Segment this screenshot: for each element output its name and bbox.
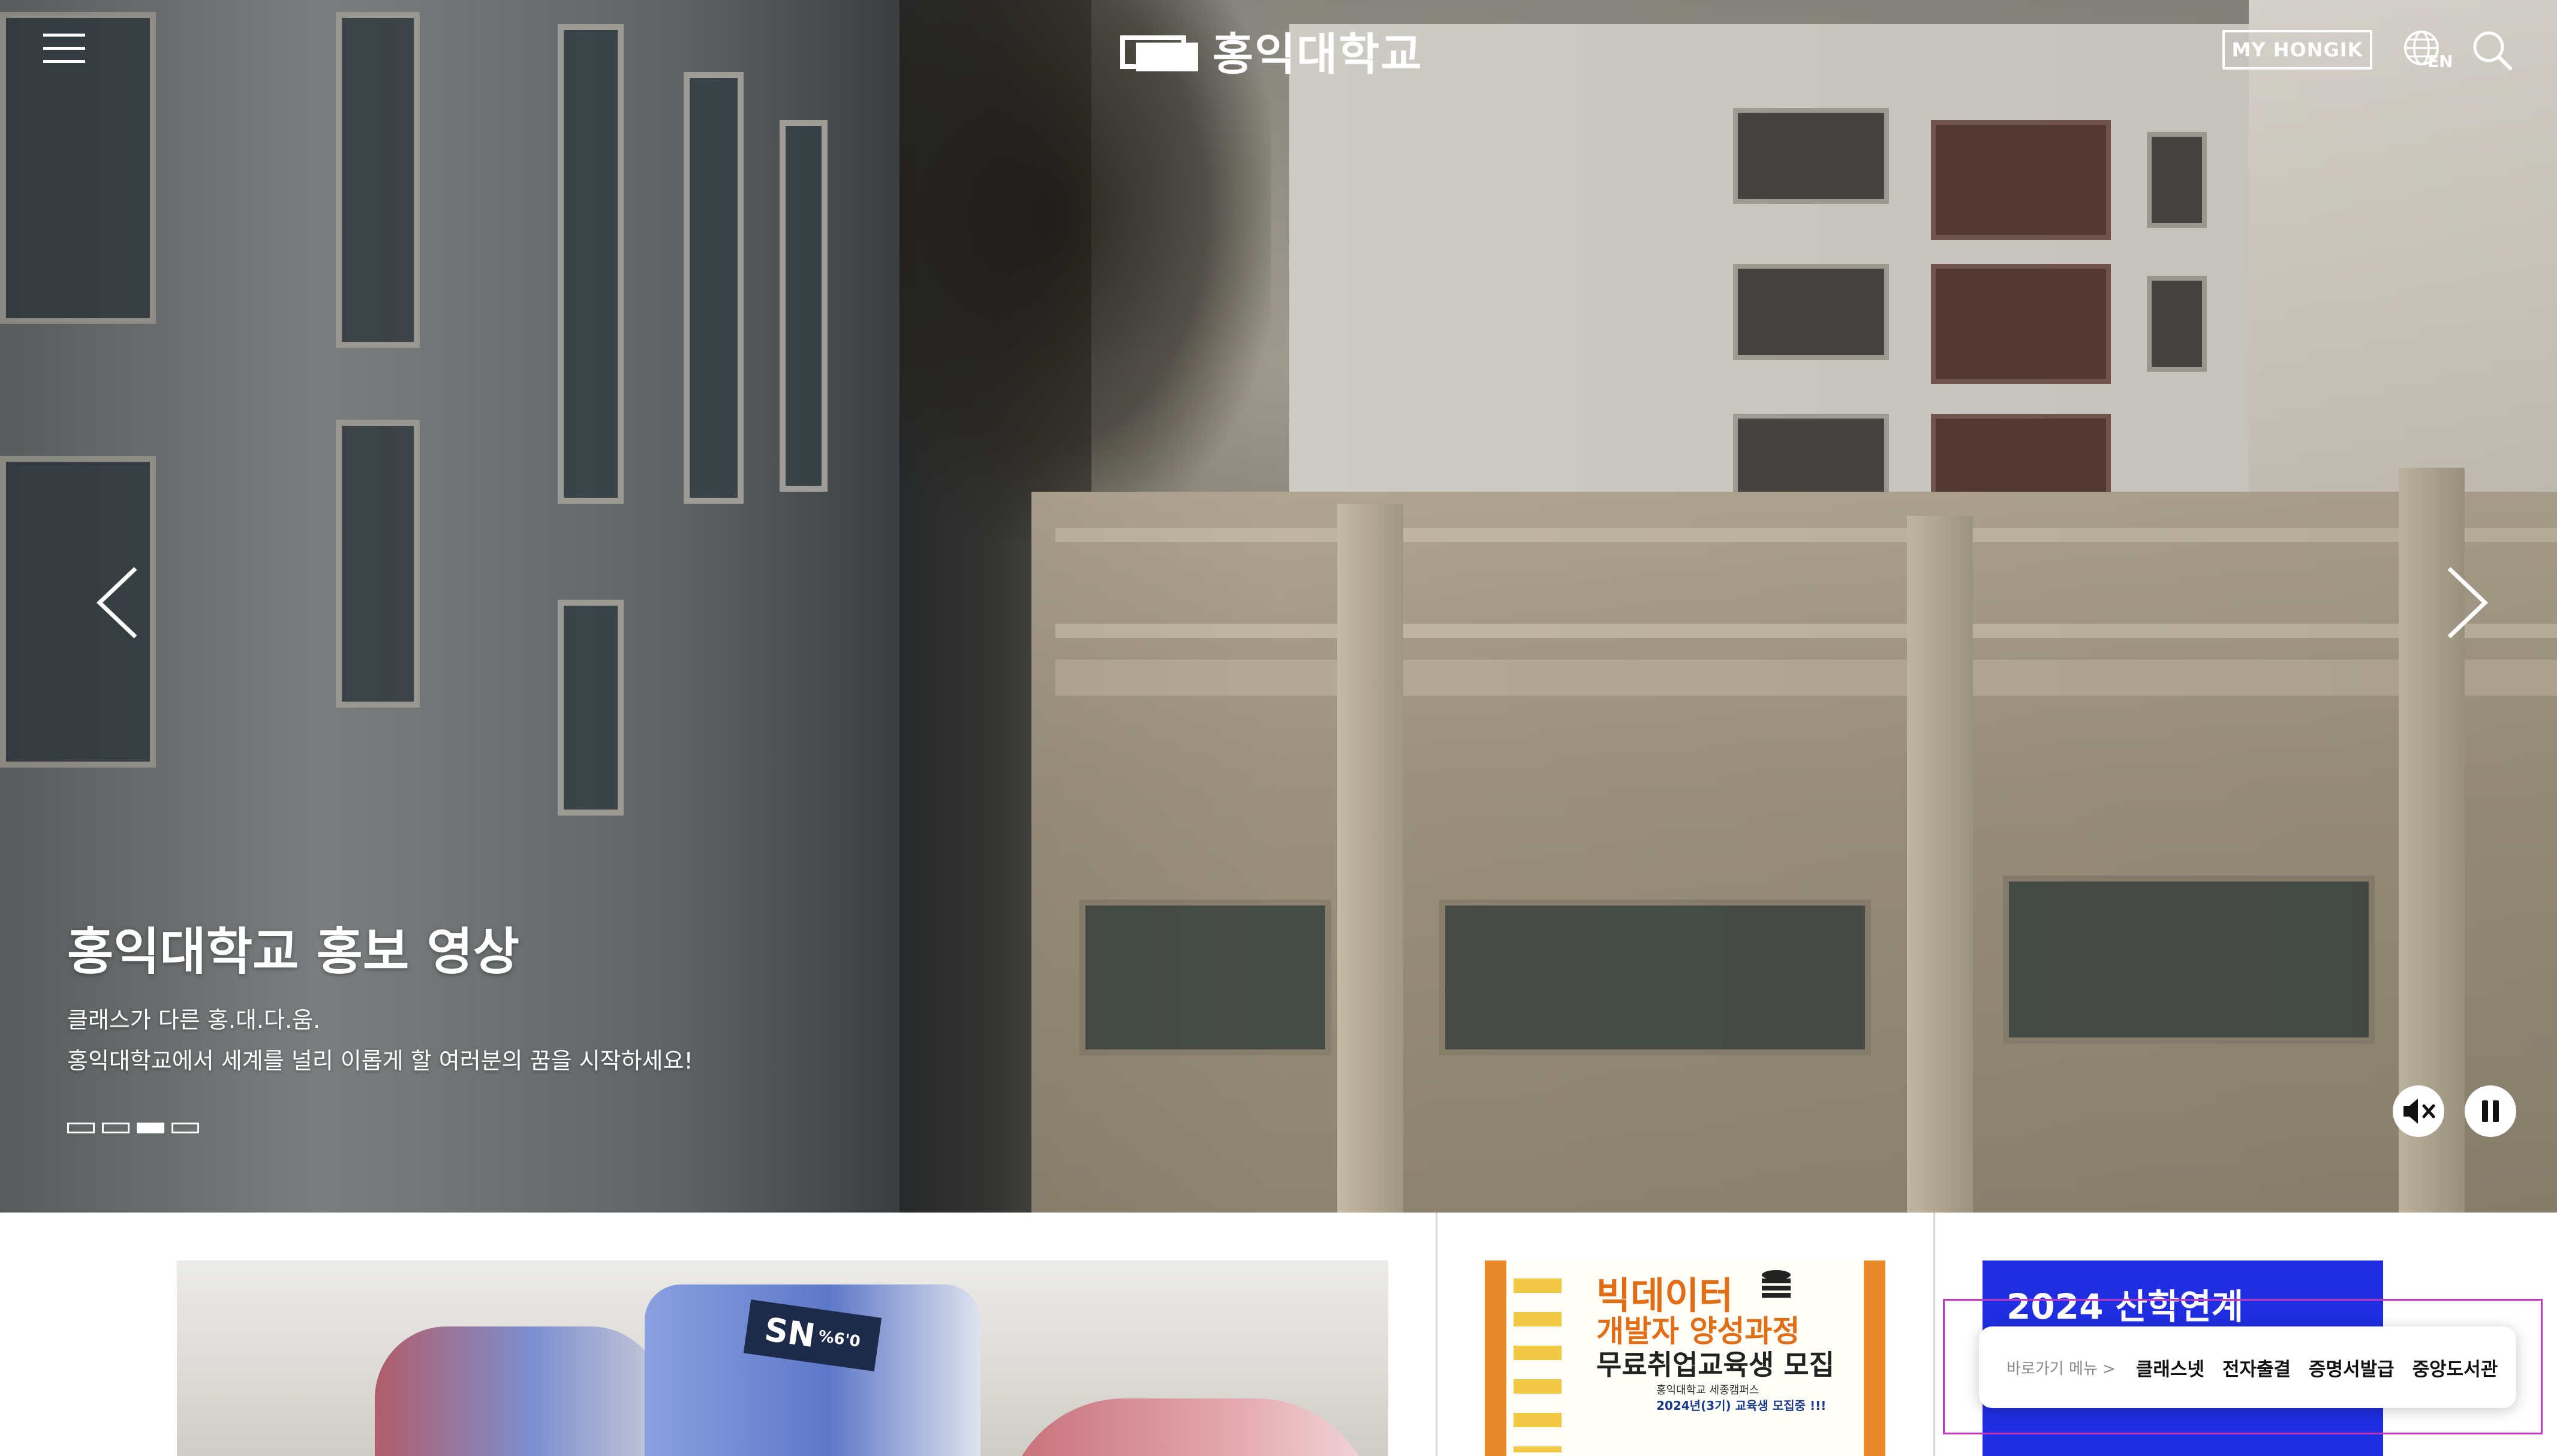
quick-menu-label: 바로가기 메뉴 > [2007, 1359, 2116, 1378]
slider-dot-4[interactable] [172, 1123, 199, 1133]
my-hongik-button[interactable]: MY HONGIK [2222, 30, 2372, 70]
logo-text: 홍익대학교 [1213, 28, 1423, 80]
product-label-sub: %6'0 [817, 1327, 862, 1352]
coin-decoration [1514, 1278, 1562, 1452]
divider [1436, 1213, 1437, 1456]
quick-menu: 바로가기 메뉴 > 클래스넷 전자출결 증명서발급 중앙도서관 [1979, 1326, 2516, 1408]
chevron-right-icon [2447, 567, 2489, 639]
volume-mute-icon [2403, 1099, 2435, 1124]
slider-pagination [67, 1123, 199, 1133]
slider-dot-3[interactable] [137, 1123, 164, 1133]
product-banner[interactable]: SN %6'0 [177, 1261, 1388, 1456]
bigdata-banner-body: 빅데이터 개발자 양성과정 무료취업교육생 모집 홍익대학교 세종캠퍼스 202… [1506, 1261, 1864, 1456]
divider [1933, 1213, 1935, 1456]
hero-video [0, 0, 2557, 1213]
product-label-text: SN [762, 1310, 818, 1355]
product-image [375, 1326, 663, 1456]
bigdata-banner[interactable]: 빅데이터 개발자 양성과정 무료취업교육생 모집 홍익대학교 세종캠퍼스 202… [1485, 1261, 1885, 1456]
chevron-left-icon [96, 567, 137, 639]
hero-subtitle-line2: 홍익대학교에서 세계를 널리 이롭게 할 여러분의 꿈을 시작하세요! [67, 1048, 693, 1074]
hero-title: 홍익대학교 홍보 영상 [67, 922, 520, 981]
database-icon [1762, 1270, 1791, 1298]
slider-dot-2[interactable] [102, 1123, 130, 1133]
pause-button[interactable] [2465, 1085, 2516, 1137]
slider-dot-1[interactable] [67, 1123, 95, 1133]
search-icon [2473, 31, 2512, 70]
hero-overlay [0, 0, 2557, 1213]
slider-prev-button[interactable] [90, 564, 144, 642]
mute-button[interactable] [2393, 1085, 2444, 1137]
hamburger-menu-icon[interactable] [43, 34, 85, 64]
bigdata-campus: 홍익대학교 세종캠퍼스 [1656, 1384, 1759, 1397]
bigdata-period: 2024년(3기) 교육생 모집중 !!! [1656, 1398, 1827, 1413]
page: 홍익대학교 MY HONGIK EN 홍익대학교 홍보 영상 클래스가 다른 홍… [0, 0, 2557, 1456]
language-button[interactable]: EN [2402, 29, 2453, 77]
quick-link-attendance[interactable]: 전자출결 [2222, 1354, 2291, 1381]
logo-mark-icon [1120, 29, 1198, 71]
logo[interactable]: 홍익대학교 [1120, 26, 1422, 80]
quick-link-library[interactable]: 중앙도서관 [2412, 1354, 2498, 1381]
quick-link-certificate[interactable]: 증명서발급 [2309, 1354, 2394, 1381]
quick-link-classnet[interactable]: 클래스넷 [2136, 1354, 2204, 1381]
search-button[interactable] [2471, 29, 2514, 72]
product-image [1004, 1398, 1376, 1456]
slider-next-button[interactable] [2441, 564, 2495, 642]
bigdata-recruit: 무료취업교육생 모집 [1596, 1349, 1834, 1381]
language-label: EN [2427, 52, 2453, 71]
hero-subtitle-line1: 클래스가 다른 홍.대.다.움. [67, 1007, 321, 1033]
pause-icon [2482, 1100, 2499, 1122]
